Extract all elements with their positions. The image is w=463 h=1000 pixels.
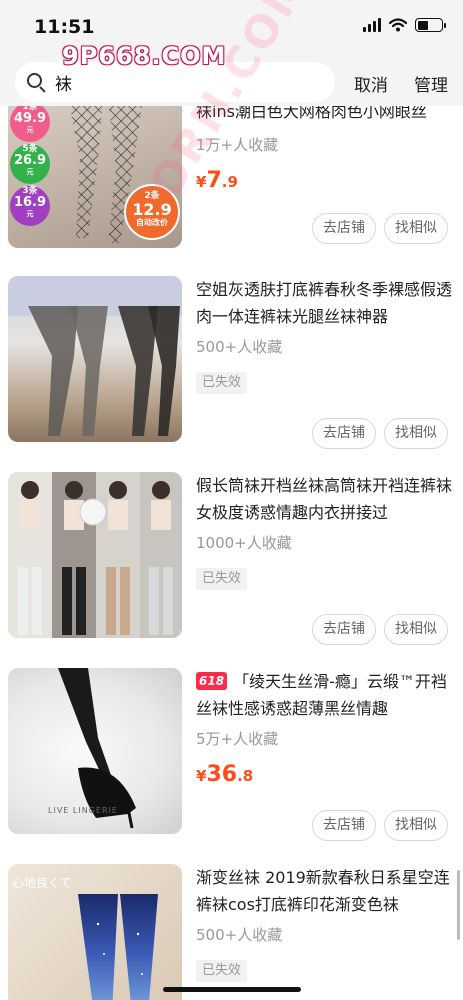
- list-item[interactable]: 空姐灰透肤打底裤春秋冬季裸感假透肉一体连裤袜光腿丝袜神器 500+人收藏 已失效…: [0, 264, 463, 460]
- list-item[interactable]: LIVE LINGERIE 618 「绫天生丝滑-瘾」云缎™开裆丝袜性感诱惑超薄黑…: [0, 656, 463, 852]
- product-thumbnail[interactable]: LIVE LINGERIE: [8, 668, 182, 834]
- product-title[interactable]: 空姐灰透肤打底裤春秋冬季裸感假透肉一体连裤袜光腿丝袜神器: [196, 276, 452, 330]
- go-to-store-button[interactable]: 去店铺: [312, 418, 376, 449]
- find-similar-button[interactable]: 找相似: [384, 810, 448, 841]
- status-time: 11:51: [34, 16, 95, 38]
- wifi-icon: [389, 18, 407, 32]
- product-thumbnail[interactable]: [8, 472, 182, 638]
- favorite-count: 5万+人收藏: [196, 730, 279, 748]
- product-thumbnail[interactable]: 1条 49.9 元 5条 26.9 元 3条 16.9 元 2条 12.9 自动改价: [8, 106, 182, 248]
- expired-badge: 已失效: [196, 568, 248, 590]
- watermark-logo: 9P668.COM: [62, 42, 227, 70]
- expired-badge: 已失效: [196, 960, 248, 982]
- price-badge: 2条 12.9 自动改价: [124, 184, 180, 240]
- go-to-store-button[interactable]: 去店铺: [312, 614, 376, 645]
- product-price: ¥7.9: [196, 168, 238, 193]
- favorite-count: 1000+人收藏: [196, 534, 292, 552]
- cancel-button[interactable]: 取消: [354, 71, 388, 96]
- promo-618-badge: 618: [196, 672, 228, 690]
- price-badge: 3条 16.9 元: [10, 186, 50, 226]
- go-to-store-button[interactable]: 去店铺: [312, 213, 376, 244]
- go-to-store-button[interactable]: 去店铺: [312, 810, 376, 841]
- favorite-count: 500+人收藏: [196, 338, 283, 356]
- search-query: 袜: [55, 74, 72, 95]
- battery-icon: [415, 18, 446, 32]
- product-title[interactable]: 袜ins潮白色大网格肉色小网眼丝: [196, 106, 452, 125]
- favorites-list[interactable]: 1条 49.9 元 5条 26.9 元 3条 16.9 元 2条 12.9 自动改价 袜ins潮…: [0, 106, 463, 1000]
- find-similar-button[interactable]: 找相似: [384, 614, 448, 645]
- product-title[interactable]: 渐变丝袜 2019新款春秋日系星空连裤袜cos打底裤印花渐变色袜: [196, 864, 452, 918]
- thumbnail-caption: 心地良くて: [12, 876, 72, 890]
- expired-badge: 已失效: [196, 372, 248, 394]
- product-title-text: 「绫天生丝滑-瘾」云缎™开裆丝袜性感诱惑超薄黑丝情趣: [196, 672, 447, 718]
- favorite-count: 1万+人收藏: [196, 136, 279, 154]
- product-title[interactable]: 假长筒袜开档丝袜高筒袜开裆连裤袜女极度诱惑情趣内衣拼接过: [196, 472, 452, 526]
- scrollbar[interactable]: [457, 870, 460, 940]
- search-icon: [25, 71, 47, 93]
- favorite-count: 500+人收藏: [196, 926, 283, 944]
- product-title[interactable]: 618 「绫天生丝滑-瘾」云缎™开裆丝袜性感诱惑超薄黑丝情趣: [196, 668, 452, 722]
- status-icons: [363, 18, 446, 32]
- manage-button[interactable]: 管理: [414, 71, 448, 96]
- price-badge: 5条 26.9 元: [10, 144, 50, 184]
- product-thumbnail[interactable]: [8, 276, 182, 442]
- thumbnail-caption: LIVE LINGERIE: [48, 806, 118, 815]
- find-similar-button[interactable]: 找相似: [384, 213, 448, 244]
- home-indicator[interactable]: [163, 987, 301, 992]
- product-price: ¥36.8: [196, 762, 254, 787]
- list-item[interactable]: 假长筒袜开档丝袜高筒袜开裆连裤袜女极度诱惑情趣内衣拼接过 1000+人收藏 已失…: [0, 460, 463, 656]
- list-item[interactable]: 心地良くて 渐变丝袜 2019新款春秋日系星空连裤袜cos打底裤印花渐变色袜 5…: [0, 852, 463, 1000]
- product-thumbnail[interactable]: 心地良くて: [8, 864, 182, 1000]
- find-similar-button[interactable]: 找相似: [384, 418, 448, 449]
- cellular-signal-icon: [363, 18, 381, 32]
